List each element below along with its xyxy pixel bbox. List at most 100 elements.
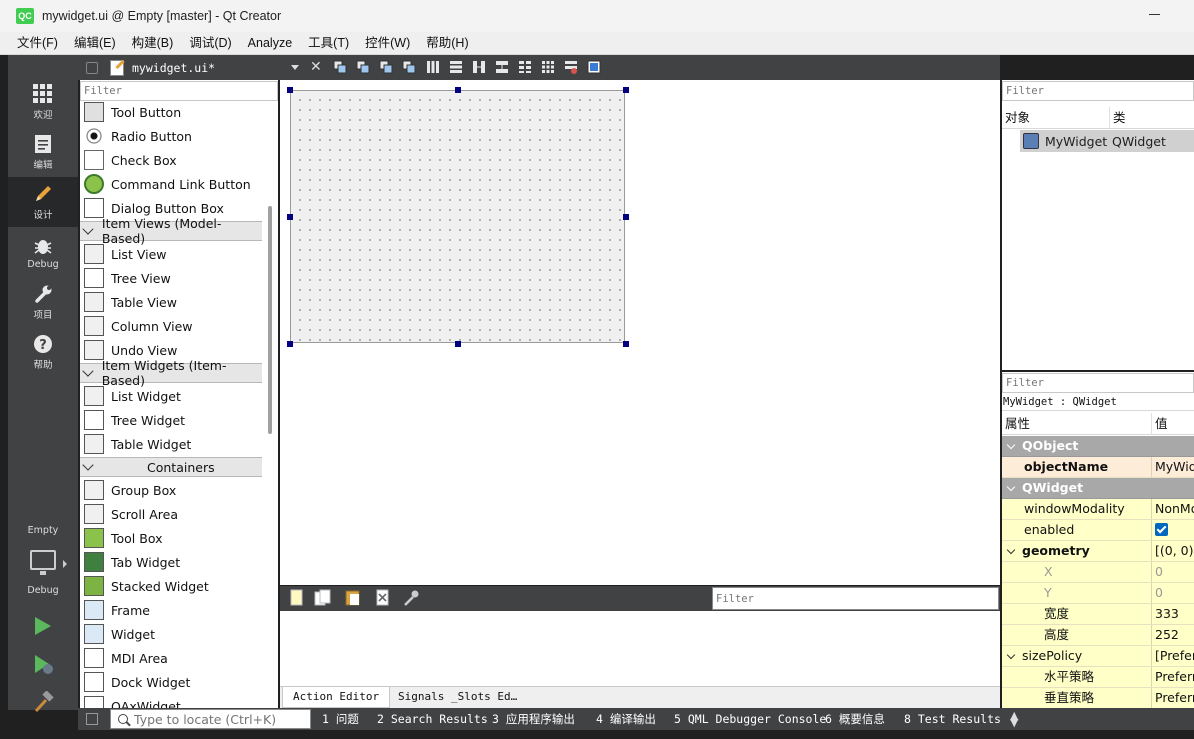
object-filter-input[interactable] bbox=[1002, 81, 1194, 101]
layout-horizontal-icon[interactable] bbox=[426, 60, 440, 74]
menu-item-1[interactable]: 编辑(E) bbox=[66, 32, 124, 55]
action-editor-list[interactable] bbox=[280, 611, 1000, 686]
property-value[interactable]: [(0, 0), 333 x 252] bbox=[1152, 541, 1194, 561]
widget-item[interactable]: Tree Widget bbox=[80, 408, 262, 432]
property-filter-input[interactable] bbox=[1002, 373, 1194, 393]
menu-item-3[interactable]: 调试(D) bbox=[181, 32, 239, 55]
class-column-header[interactable]: 类 bbox=[1110, 107, 1194, 129]
output-pane-button-4[interactable]: 5 QML Debugger Console bbox=[674, 708, 826, 730]
menu-item-6[interactable]: 控件(W) bbox=[357, 32, 418, 55]
mode-help[interactable]: ? 帮助 bbox=[8, 327, 78, 377]
mode-bug[interactable]: Debug bbox=[8, 227, 78, 277]
menu-item-0[interactable]: 文件(F) bbox=[9, 32, 66, 55]
widget-item[interactable]: Radio Button bbox=[80, 124, 262, 148]
property-value[interactable] bbox=[1152, 520, 1194, 540]
tab-action-editor[interactable]: Action Editor bbox=[282, 687, 391, 708]
break-layout-icon[interactable] bbox=[564, 60, 578, 74]
paste-action-icon[interactable] bbox=[344, 589, 362, 607]
widget-item[interactable]: Stacked Widget bbox=[80, 574, 262, 598]
resize-handle[interactable] bbox=[623, 341, 629, 347]
value-column-header[interactable]: 值 bbox=[1152, 413, 1194, 435]
property-value[interactable]: 333 bbox=[1152, 604, 1194, 624]
widget-category[interactable]: Item Widgets (Item-Based) bbox=[80, 358, 262, 388]
widget-item[interactable]: Column View bbox=[80, 314, 262, 338]
form-widget[interactable] bbox=[287, 87, 629, 347]
widget-item[interactable]: List Widget bbox=[80, 384, 262, 408]
document-name[interactable]: mywidget.ui* bbox=[132, 61, 215, 75]
chevron-down-icon[interactable] bbox=[1006, 440, 1016, 450]
output-pane-button-1[interactable]: 2 Search Results bbox=[377, 708, 488, 730]
build-hammer-icon[interactable] bbox=[32, 691, 54, 713]
property-group-row[interactable]: QWidget bbox=[1002, 478, 1194, 499]
edit-buddies-icon[interactable] bbox=[379, 60, 393, 74]
property-value[interactable]: MyWidget bbox=[1152, 457, 1194, 477]
property-column-header[interactable]: 属性 bbox=[1002, 413, 1152, 435]
chevron-down-icon[interactable] bbox=[1006, 545, 1016, 555]
form-editor-canvas[interactable] bbox=[280, 80, 1000, 585]
object-tree-row[interactable]: MyWidget QWidget bbox=[1020, 130, 1194, 152]
locator-input[interactable] bbox=[134, 711, 304, 727]
property-value[interactable]: 252 bbox=[1152, 625, 1194, 645]
mode-grid[interactable]: 欢迎 bbox=[8, 77, 78, 127]
chevron-down-icon[interactable] bbox=[1006, 650, 1016, 660]
new-action-icon[interactable] bbox=[288, 589, 306, 607]
property-value[interactable]: 0 bbox=[1152, 583, 1194, 603]
edit-widgets-icon[interactable] bbox=[333, 60, 347, 74]
output-pane-button-3[interactable]: 4 编译输出 bbox=[596, 708, 656, 730]
property-group-row[interactable]: QObject bbox=[1002, 436, 1194, 457]
layout-vertical-icon[interactable] bbox=[449, 60, 463, 74]
resize-handle[interactable] bbox=[287, 214, 293, 220]
checkbox-checked-icon[interactable] bbox=[1155, 523, 1168, 536]
resize-handle[interactable] bbox=[287, 341, 293, 347]
widget-item[interactable]: Frame bbox=[80, 598, 262, 622]
property-value[interactable]: Preferred bbox=[1152, 688, 1194, 708]
widget-item[interactable]: Table View bbox=[80, 290, 262, 314]
widget-item[interactable]: List View bbox=[80, 242, 262, 266]
property-row[interactable]: 宽度 333 bbox=[1002, 604, 1194, 625]
mode-pencil[interactable]: 设计 bbox=[8, 177, 78, 227]
property-row[interactable]: geometry [(0, 0), 333 x 252] bbox=[1002, 541, 1194, 562]
layout-splitter-h-icon[interactable] bbox=[472, 60, 486, 74]
close-document-icon[interactable]: ✕ bbox=[310, 59, 322, 75]
widget-item[interactable]: Widget bbox=[80, 622, 262, 646]
widget-box-scrollbar[interactable] bbox=[268, 206, 272, 434]
adjust-size-icon[interactable] bbox=[587, 60, 601, 74]
delete-action-icon[interactable] bbox=[374, 589, 392, 607]
lock-icon[interactable] bbox=[86, 61, 98, 74]
widget-item[interactable]: QAxWidget bbox=[80, 694, 262, 708]
minimize-icon[interactable] bbox=[1149, 14, 1160, 15]
widget-item[interactable]: Tool Button bbox=[80, 100, 262, 124]
property-value[interactable]: NonModal bbox=[1152, 499, 1194, 519]
property-row[interactable]: 垂直策略Preferred bbox=[1002, 688, 1194, 708]
action-filter-input[interactable] bbox=[712, 587, 999, 610]
resize-handle[interactable] bbox=[455, 87, 461, 93]
document-dropdown-icon[interactable] bbox=[291, 65, 299, 70]
tab-signals-slots-editor[interactable]: Signals _Slots Ed… bbox=[388, 687, 527, 708]
widget-category[interactable]: Item Views (Model-Based) bbox=[80, 216, 262, 246]
property-row[interactable]: sizePolicy [Preferred, Preferred, 0, 0] bbox=[1002, 646, 1194, 667]
run-icon[interactable] bbox=[32, 615, 54, 637]
resize-handle[interactable] bbox=[623, 87, 629, 93]
output-pane-button-0[interactable]: 1 问题 bbox=[322, 708, 359, 730]
menu-item-4[interactable]: Analyze bbox=[240, 32, 300, 55]
output-pane-button-6[interactable]: 8 Test Results bbox=[904, 708, 1001, 730]
layout-splitter-v-icon[interactable] bbox=[495, 60, 509, 74]
property-row[interactable]: 高度 252 bbox=[1002, 625, 1194, 646]
widget-item[interactable]: Table Widget bbox=[80, 432, 262, 456]
target-build-config[interactable]: Debug bbox=[8, 585, 78, 596]
configure-action-icon[interactable] bbox=[402, 589, 420, 607]
property-value[interactable]: Preferred bbox=[1152, 667, 1194, 687]
widget-category[interactable]: Containers bbox=[80, 457, 262, 477]
output-pane-button-2[interactable]: 3 应用程序输出 bbox=[492, 708, 575, 730]
edit-tab-order-icon[interactable] bbox=[402, 60, 416, 74]
target-project-name[interactable]: Empty bbox=[8, 525, 78, 536]
property-row[interactable]: windowModalityNonModal bbox=[1002, 499, 1194, 520]
widget-item[interactable]: Command Link Button bbox=[80, 172, 262, 196]
widget-box-filter[interactable] bbox=[80, 81, 278, 101]
widget-item[interactable]: MDI Area bbox=[80, 646, 262, 670]
layout-form-icon[interactable] bbox=[518, 60, 532, 74]
property-row[interactable]: X0 bbox=[1002, 562, 1194, 583]
copy-action-icon[interactable] bbox=[314, 589, 332, 607]
target-selector-arrow-icon[interactable] bbox=[63, 560, 67, 568]
menu-item-2[interactable]: 构建(B) bbox=[124, 32, 182, 55]
